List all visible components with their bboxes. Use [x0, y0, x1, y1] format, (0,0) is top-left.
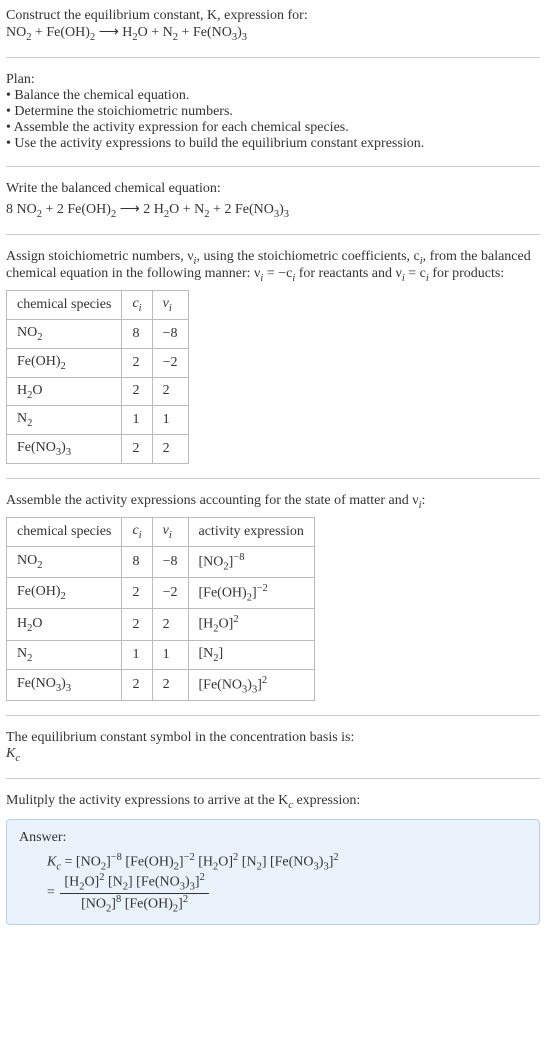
cell-ci: 1	[122, 406, 152, 435]
cell-ci: 2	[122, 669, 152, 700]
multiply-intro: Mulitply the activity expressions to arr…	[6, 793, 540, 811]
col-ci: ci	[122, 291, 152, 320]
symbol-intro: The equilibrium constant symbol in the c…	[6, 730, 540, 746]
table-row: NO28−8	[7, 319, 189, 348]
plan-section: Plan: • Balance the chemical equation. •…	[6, 72, 540, 152]
answer-expression: Kc = [NO2]−8 [Fe(OH)2]−2 [H2O]2 [N2] [Fe…	[19, 852, 527, 914]
table-row: H2O22	[7, 377, 189, 406]
prompt-line1: Construct the equilibrium constant, K, e…	[6, 8, 308, 23]
divider	[6, 478, 540, 479]
balanced-heading: Write the balanced chemical equation:	[6, 181, 540, 197]
cell-activity: [N2]	[188, 640, 314, 669]
divider	[6, 234, 540, 235]
table-row: NO28−8[NO2]−8	[7, 546, 315, 577]
col-activity: activity expression	[188, 517, 314, 546]
fraction-numerator: [H2O]2 [N2] [Fe(NO3)3]2	[60, 872, 208, 893]
plan-heading: Plan:	[6, 72, 540, 88]
cell-species: N2	[7, 406, 122, 435]
cell-activity: [NO2]−8	[188, 546, 314, 577]
cell-species: N2	[7, 640, 122, 669]
cell-species: Fe(OH)2	[7, 348, 122, 377]
table-row: Fe(OH)22−2	[7, 348, 189, 377]
plan-bullet: • Determine the stoichiometric numbers.	[6, 104, 540, 120]
stoich-table: chemical species ci νi NO28−8Fe(OH)22−2H…	[6, 290, 189, 464]
table-row: Fe(NO3)322	[7, 435, 189, 464]
cell-species: Fe(NO3)3	[7, 669, 122, 700]
plan-bullet: • Assemble the activity expression for e…	[6, 120, 540, 136]
col-species: chemical species	[7, 291, 122, 320]
cell-vi: 2	[152, 609, 188, 640]
cell-ci: 8	[122, 546, 152, 577]
cell-species: H2O	[7, 377, 122, 406]
answer-fraction: [H2O]2 [N2] [Fe(NO3)3]2 [NO2]8 [Fe(OH)2]…	[60, 872, 208, 914]
balanced-section: Write the balanced chemical equation: 8 …	[6, 181, 540, 220]
cell-vi: 1	[152, 640, 188, 669]
stoich-section: Assign stoichiometric numbers, νi, using…	[6, 249, 540, 464]
cell-species: NO2	[7, 319, 122, 348]
symbol-kc: Kc	[6, 746, 540, 764]
cell-species: NO2	[7, 546, 122, 577]
cell-ci: 2	[122, 435, 152, 464]
col-ci: ci	[122, 517, 152, 546]
prompt: Construct the equilibrium constant, K, e…	[6, 8, 540, 43]
symbol-section: The equilibrium constant symbol in the c…	[6, 730, 540, 764]
cell-vi: 2	[152, 669, 188, 700]
table-row: Fe(OH)22−2[Fe(OH)2]−2	[7, 578, 315, 609]
cell-ci: 2	[122, 609, 152, 640]
cell-ci: 2	[122, 377, 152, 406]
table-row: N211[N2]	[7, 640, 315, 669]
stoich-intro: Assign stoichiometric numbers, νi, using…	[6, 249, 540, 285]
cell-vi: 2	[152, 435, 188, 464]
activity-table: chemical species ci νi activity expressi…	[6, 517, 315, 701]
table-header-row: chemical species ci νi activity expressi…	[7, 517, 315, 546]
col-vi: νi	[152, 517, 188, 546]
cell-activity: [Fe(NO3)3]2	[188, 669, 314, 700]
divider	[6, 57, 540, 58]
cell-vi: −8	[152, 546, 188, 577]
col-vi: νi	[152, 291, 188, 320]
divider	[6, 166, 540, 167]
cell-species: Fe(OH)2	[7, 578, 122, 609]
cell-activity: [H2O]2	[188, 609, 314, 640]
cell-ci: 1	[122, 640, 152, 669]
cell-vi: −2	[152, 578, 188, 609]
table-row: Fe(NO3)322[Fe(NO3)3]2	[7, 669, 315, 700]
unbalanced-equation: NO2 + Fe(OH)2 ⟶ H2O + N2 + Fe(NO3)3	[6, 25, 247, 40]
cell-activity: [Fe(OH)2]−2	[188, 578, 314, 609]
cell-vi: −8	[152, 319, 188, 348]
cell-vi: 1	[152, 406, 188, 435]
answer-box: Answer: Kc = [NO2]−8 [Fe(OH)2]−2 [H2O]2 …	[6, 819, 540, 925]
plan-bullet: • Use the activity expressions to build …	[6, 136, 540, 152]
table-row: N211	[7, 406, 189, 435]
answer-label: Answer:	[19, 830, 527, 846]
cell-ci: 2	[122, 578, 152, 609]
activity-section: Assemble the activity expressions accoun…	[6, 493, 540, 701]
fraction-denominator: [NO2]8 [Fe(OH)2]2	[60, 894, 208, 914]
cell-ci: 2	[122, 348, 152, 377]
col-species: chemical species	[7, 517, 122, 546]
cell-vi: 2	[152, 377, 188, 406]
cell-vi: −2	[152, 348, 188, 377]
plan-bullet: • Balance the chemical equation.	[6, 88, 540, 104]
divider	[6, 778, 540, 779]
cell-species: H2O	[7, 609, 122, 640]
activity-intro: Assemble the activity expressions accoun…	[6, 493, 540, 511]
cell-species: Fe(NO3)3	[7, 435, 122, 464]
table-header-row: chemical species ci νi	[7, 291, 189, 320]
balanced-equation: 8 NO2 + 2 Fe(OH)2 ⟶ 2 H2O + N2 + 2 Fe(NO…	[6, 201, 540, 220]
cell-ci: 8	[122, 319, 152, 348]
table-row: H2O22[H2O]2	[7, 609, 315, 640]
divider	[6, 715, 540, 716]
